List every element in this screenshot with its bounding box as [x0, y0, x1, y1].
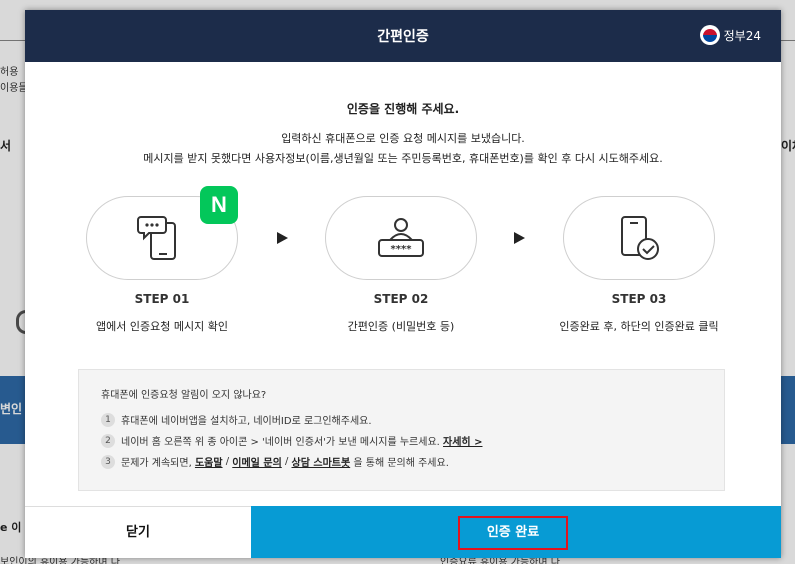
- phone-message-icon: [137, 216, 176, 260]
- user-password-icon: ****: [378, 218, 424, 257]
- notice-number-badge: 1: [101, 412, 115, 427]
- modal-title: 간편인증: [377, 29, 429, 45]
- close-button[interactable]: 닫기: [25, 506, 251, 558]
- separator: /: [222, 456, 233, 467]
- notice-question: 휴대폰에 인증요청 알림이 오지 않나요?: [101, 390, 267, 401]
- modal-body: 인증을 진행해 주세요. 입력하신 휴대폰으로 인증 요청 메시지를 보냈습니다…: [25, 62, 781, 506]
- auth-complete-label[interactable]: 인증 완료: [458, 516, 568, 550]
- step-arrow-icon: [514, 232, 525, 244]
- svg-text:****: ****: [391, 244, 413, 255]
- notice-number-badge: 2: [101, 433, 115, 448]
- step-01-label: STEP 01: [134, 292, 190, 306]
- gov24-logo: 정부24: [699, 25, 761, 45]
- chatbot-link[interactable]: 상담 스마트봇: [292, 454, 351, 469]
- phone-check-icon: [621, 216, 659, 260]
- notice-item-1: 1 휴대폰에 네이버앱을 설치하고, 네이버ID로 로그인해주세요.: [101, 412, 372, 427]
- notice-number-badge: 3: [101, 454, 115, 469]
- notice-item-3: 3 문제가 계속되면, 도움말 / 이메일 문의 / 상담 스마트봇 을 통해 …: [101, 454, 449, 469]
- separator: /: [281, 456, 292, 467]
- step-03-label: STEP 03: [611, 292, 667, 306]
- notice-item-3-prefix: 문제가 계속되면,: [121, 458, 195, 469]
- naver-app-badge: N: [200, 186, 238, 224]
- step-03-illustration: [563, 196, 715, 280]
- modal-description-line-1: 입력하신 휴대폰으로 인증 요청 메시지를 보냈습니다.: [281, 132, 525, 145]
- notice-item-2: 2 네이버 홈 오른쪽 위 종 아이콘 > '네이버 인증서'가 보낸 메시지를…: [101, 433, 482, 448]
- step-arrow-icon: [277, 232, 288, 244]
- details-link[interactable]: 자세히 >: [443, 433, 482, 448]
- modal-headline: 인증을 진행해 주세요.: [346, 102, 460, 116]
- step-02-description: 간편인증 (비밀번호 등): [347, 320, 455, 333]
- email-inquiry-link[interactable]: 이메일 문의: [232, 454, 281, 469]
- notice-item-2-text: 네이버 홈 오른쪽 위 종 아이콘 > '네이버 인증서'가 보낸 메시지를 누…: [121, 437, 440, 448]
- notice-box: 휴대폰에 인증요청 알림이 오지 않나요? 1 휴대폰에 네이버앱을 설치하고,…: [78, 369, 725, 491]
- notice-item-3-suffix: 을 통해 문의해 주세요.: [350, 458, 449, 469]
- notice-item-1-text: 휴대폰에 네이버앱을 설치하고, 네이버ID로 로그인해주세요.: [121, 416, 372, 427]
- simple-auth-modal: 간편인증 정부24 인증을 진행해 주세요. 입력하신 휴대폰으로 인증 요청 …: [25, 10, 781, 558]
- gov24-logo-text: 정부24: [723, 28, 761, 43]
- step-02-illustration: ****: [325, 196, 477, 280]
- auth-complete-button[interactable]: 인증 완료: [251, 506, 781, 558]
- step-02-label: STEP 02: [373, 292, 429, 306]
- modal-description-line-2: 메시지를 받지 못했다면 사용자정보(이름,생년월일 또는 주민등록번호, 휴대…: [143, 152, 663, 165]
- modal-header: 간편인증 정부24: [25, 10, 781, 62]
- help-link[interactable]: 도움말: [195, 454, 223, 469]
- step-03-description: 인증완료 후, 하단의 인증완료 클릭: [559, 320, 719, 333]
- modal-footer: 닫기 인증 완료: [25, 506, 781, 558]
- step-01-description: 앱에서 인증요청 메시지 확인: [96, 320, 228, 333]
- taegeuk-icon: [699, 25, 720, 45]
